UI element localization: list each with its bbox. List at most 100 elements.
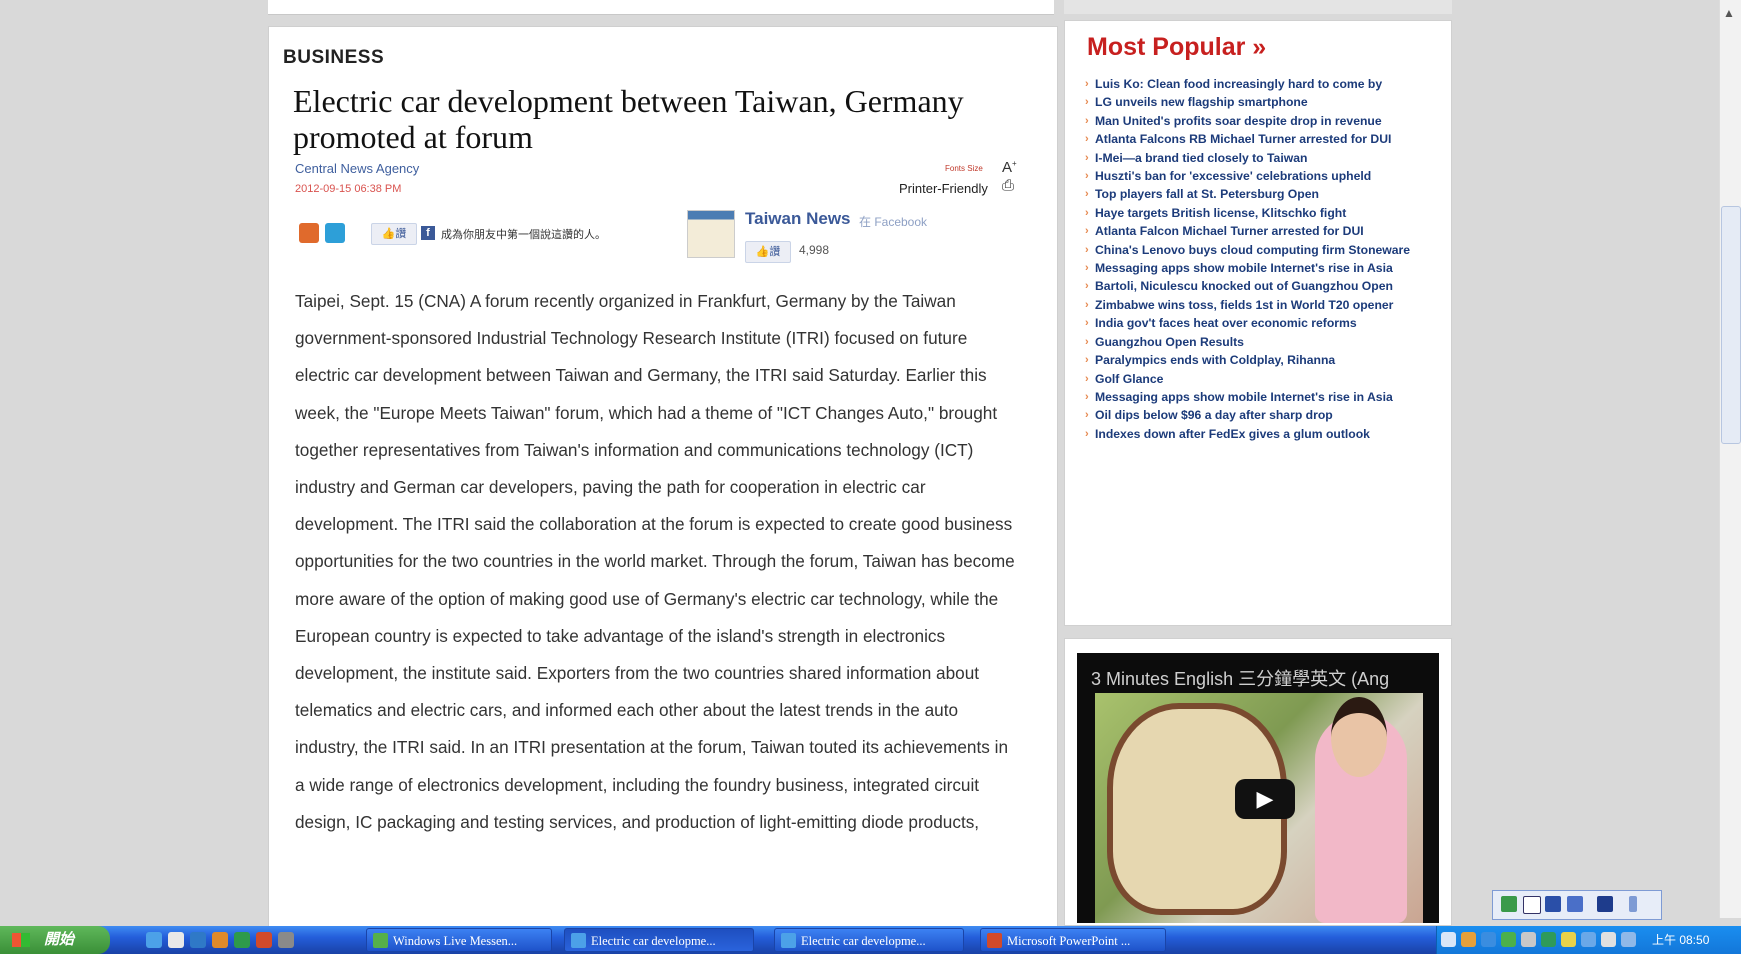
popular-item[interactable]: › Indexes down after FedEx gives a glum o… <box>1085 425 1425 443</box>
popular-item-link[interactable]: Haye targets British license, Klitschko … <box>1095 206 1346 220</box>
section-label[interactable]: BUSINESS <box>283 47 384 69</box>
tray-expand-icon[interactable] <box>1441 932 1456 947</box>
most-popular-panel: Most Popular » › Luis Ko: Clean food incr… <box>1064 20 1452 626</box>
ime-mode-icon[interactable] <box>1545 896 1561 912</box>
bullet-icon: › <box>1085 133 1089 146</box>
share-plurk-icon[interactable] <box>299 223 319 243</box>
popular-item[interactable]: › Haye targets British license, Klitschko… <box>1085 204 1425 222</box>
popular-item-link[interactable]: Golf Glance <box>1095 372 1163 386</box>
input-method-icon[interactable] <box>1501 896 1517 912</box>
ie-icon <box>571 933 586 948</box>
popular-item[interactable]: › Oil dips below $96 a day after sharp dr… <box>1085 406 1425 424</box>
keyboard-icon[interactable] <box>1523 896 1541 914</box>
popular-item-link[interactable]: Huszti's ban for 'excessive' celebration… <box>1095 169 1371 183</box>
most-popular-title[interactable]: Most Popular » <box>1087 33 1266 62</box>
settings-quicklaunch-icon[interactable] <box>278 932 294 948</box>
language-bar-options-icon[interactable] <box>1629 896 1637 912</box>
taiwan-news-thumbnail[interactable] <box>687 210 735 258</box>
tray-display-icon[interactable] <box>1621 932 1636 947</box>
printer-friendly-link[interactable]: Printer-Friendly <box>899 181 988 196</box>
popular-item[interactable]: › Top players fall at St. Petersburg Open <box>1085 185 1425 203</box>
tray-update-icon[interactable] <box>1561 932 1576 947</box>
popular-item[interactable]: › Bartoli, Niculescu knocked out of Guang… <box>1085 277 1425 295</box>
popular-item-link[interactable]: Indexes down after FedEx gives a glum ou… <box>1095 427 1370 441</box>
excel-quicklaunch-icon[interactable] <box>234 932 250 948</box>
app-quicklaunch-icon[interactable] <box>212 932 228 948</box>
article-date: 2012-09-15 06:38 PM <box>295 183 402 195</box>
popular-item[interactable]: › Atlanta Falcon Michael Turner arrested … <box>1085 222 1425 240</box>
printer-icon[interactable]: ⎙ <box>1002 177 1014 194</box>
popular-item[interactable]: › Zimbabwe wins toss, fields 1st in World… <box>1085 296 1425 314</box>
popular-item[interactable]: › Messaging apps show mobile Internet's r… <box>1085 259 1425 277</box>
taskbar-button-label: Electric car developme... <box>801 934 926 948</box>
bullet-icon: › <box>1085 354 1089 367</box>
vertical-scrollbar[interactable] <box>1719 0 1741 918</box>
popular-item[interactable]: › Messaging apps show mobile Internet's r… <box>1085 388 1425 406</box>
popular-item-link[interactable]: Atlanta Falcons RB Michael Turner arrest… <box>1095 132 1391 146</box>
page-like-button[interactable]: 👍讚 <box>745 241 791 263</box>
taskbar-button-browser-2[interactable]: Electric car developme... <box>774 928 964 952</box>
taskbar-button-powerpoint[interactable]: Microsoft PowerPoint ... <box>980 928 1166 952</box>
article-byline[interactable]: Central News Agency <box>295 161 419 176</box>
popular-item-link[interactable]: Messaging apps show mobile Internet's ri… <box>1095 390 1393 404</box>
browser-quicklaunch-icon[interactable] <box>168 932 184 948</box>
word-quicklaunch-icon[interactable] <box>190 932 206 948</box>
popular-item[interactable]: › I-Mei—a brand tied closely to Taiwan <box>1085 149 1425 167</box>
video-title[interactable]: 3 Minutes English 三分鐘學英文 (Ang <box>1091 665 1389 691</box>
ie-quicklaunch-icon[interactable] <box>146 932 162 948</box>
popular-item-link[interactable]: LG unveils new flagship smartphone <box>1095 95 1308 109</box>
taskbar-button-messenger[interactable]: Windows Live Messen... <box>366 928 552 952</box>
popular-item-link[interactable]: India gov't faces heat over economic ref… <box>1095 316 1357 330</box>
bullet-icon: › <box>1085 298 1089 311</box>
bullet-icon: › <box>1085 206 1089 219</box>
tray-app-icon[interactable] <box>1461 932 1476 947</box>
powerpoint-quicklaunch-icon[interactable] <box>256 932 272 948</box>
taskbar-button-browser-1[interactable]: Electric car developme... <box>564 928 754 952</box>
taskbar-clock[interactable]: 上午 08:50 <box>1652 926 1709 954</box>
popular-item[interactable]: › Atlanta Falcons RB Michael Turner arres… <box>1085 130 1425 148</box>
facebook-like-sentence: 成為你朋友中第一個說這讚的人。 <box>441 229 606 241</box>
volume-icon[interactable] <box>1601 932 1616 947</box>
popular-item[interactable]: › Paralympics ends with Coldplay, Rihanna <box>1085 351 1425 369</box>
popular-item-link[interactable]: Guangzhou Open Results <box>1095 335 1244 349</box>
popular-item-link[interactable]: Bartoli, Niculescu knocked out of Guangz… <box>1095 279 1393 293</box>
share-twitter-icon[interactable] <box>325 223 345 243</box>
popular-item-link[interactable]: I-Mei—a brand tied closely to Taiwan <box>1095 151 1307 165</box>
facebook-platform-label[interactable]: 在 Facebook <box>859 213 927 230</box>
play-icon[interactable]: ▶ <box>1235 779 1295 819</box>
tray-messenger-icon[interactable] <box>1501 932 1516 947</box>
article-body: Taipei, Sept. 15 (CNA) A forum recently … <box>295 291 1015 832</box>
tray-device-icon[interactable] <box>1521 932 1536 947</box>
popular-item-link[interactable]: China's Lenovo buys cloud computing firm… <box>1095 243 1410 257</box>
popular-item-link[interactable]: Atlanta Falcon Michael Turner arrested f… <box>1095 224 1364 238</box>
popular-item[interactable]: › Guangzhou Open Results <box>1085 333 1425 351</box>
popular-item-link[interactable]: Top players fall at St. Petersburg Open <box>1095 187 1319 201</box>
popular-item-link[interactable]: Oil dips below $96 a day after sharp dro… <box>1095 408 1333 422</box>
popular-item[interactable]: › LG unveils new flagship smartphone <box>1085 93 1425 111</box>
tray-security-icon[interactable] <box>1541 932 1556 947</box>
help-icon[interactable] <box>1597 896 1613 912</box>
scrollbar-thumb[interactable] <box>1721 206 1741 444</box>
font-size-label[interactable]: Fonts Size <box>945 164 983 173</box>
taiwan-news-page-link[interactable]: Taiwan News <box>745 209 851 229</box>
popular-item[interactable]: › India gov't faces heat over economic re… <box>1085 314 1425 332</box>
language-settings-icon[interactable] <box>1567 896 1583 912</box>
video-player[interactable]: 3 Minutes English 三分鐘學英文 (Ang ▶ <box>1077 653 1439 923</box>
tray-bluetooth-icon[interactable] <box>1581 932 1596 947</box>
popular-item[interactable]: › Golf Glance <box>1085 370 1425 388</box>
popular-item-link[interactable]: Man United's profits soar despite drop i… <box>1095 114 1382 128</box>
popular-item-link[interactable]: Paralympics ends with Coldplay, Rihanna <box>1095 353 1335 367</box>
language-bar[interactable] <box>1492 890 1662 920</box>
popular-item-link[interactable]: Luis Ko: Clean food increasingly hard to… <box>1095 77 1382 91</box>
popular-item-link[interactable]: Zimbabwe wins toss, fields 1st in World … <box>1095 298 1393 312</box>
popular-item[interactable]: › China's Lenovo buys cloud computing fir… <box>1085 241 1425 259</box>
popular-item[interactable]: › Huszti's ban for 'excessive' celebratio… <box>1085 167 1425 185</box>
bullet-icon: › <box>1085 151 1089 164</box>
popular-item[interactable]: › Luis Ko: Clean food increasingly hard t… <box>1085 75 1425 93</box>
facebook-like-button[interactable]: 👍讚 <box>371 223 417 245</box>
font-size-icon[interactable]: A+ <box>1002 159 1017 176</box>
popular-item-link[interactable]: Messaging apps show mobile Internet's ri… <box>1095 261 1393 275</box>
popular-item[interactable]: › Man United's profits soar despite drop … <box>1085 112 1425 130</box>
tray-network-icon[interactable] <box>1481 932 1496 947</box>
scroll-up-icon[interactable]: ▲ <box>1723 6 1735 20</box>
